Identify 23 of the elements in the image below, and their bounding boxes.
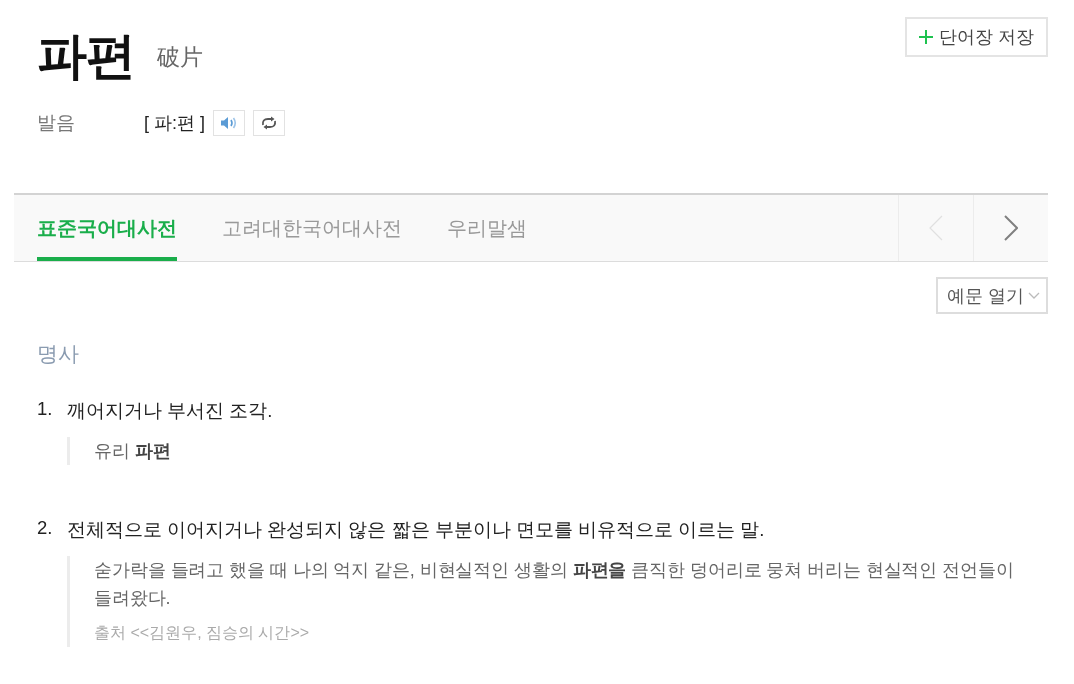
example-sentence: 유리 파편 <box>94 440 171 463</box>
pronunciation-text: [ 파:편 ] <box>144 112 205 135</box>
dictionary-tab[interactable]: 고려대한국어대사전 <box>222 195 402 261</box>
part-of-speech: 명사 <box>37 341 79 367</box>
definition-text: 깨어지거나 부서진 조각. <box>67 399 273 423</box>
sense-number: 1. <box>37 398 54 421</box>
example-sentence: 숟가락을 들려고 했을 때 나의 억지 같은, 비현실적인 생활의 파편을 큼직한 덩어리로 뭉쳐 버리는 현실적인 전언들이 들려왔다. <box>94 559 1015 610</box>
dictionary-tab[interactable]: 표준국어대사전 <box>37 195 177 261</box>
definition-text: 전체적으로 이어지거나 완성되지 않은 짧은 부분이나 면모를 비유적으로 이르는 말. <box>67 518 765 542</box>
headword: 파편 <box>37 27 135 86</box>
save-to-wordbook-button[interactable]: 단어장 저장 <box>905 17 1048 57</box>
chevron-down-icon <box>1028 292 1040 299</box>
hanja-text: 破片 <box>157 42 203 72</box>
speaker-icon <box>220 116 238 130</box>
repeat-icon <box>260 116 278 130</box>
example-source: 출처 <<김원우, 짐승의 시간>> <box>94 623 310 643</box>
show-examples-dropdown[interactable]: 예문 열기 <box>936 277 1048 314</box>
plus-icon <box>919 30 933 44</box>
dictionary-tab[interactable]: 우리말샘 <box>447 195 527 261</box>
sense-number: 2. <box>37 517 54 540</box>
repeat-button[interactable] <box>253 110 285 136</box>
play-audio-button[interactable] <box>213 110 245 136</box>
pronunciation-label: 발음 <box>37 111 76 135</box>
